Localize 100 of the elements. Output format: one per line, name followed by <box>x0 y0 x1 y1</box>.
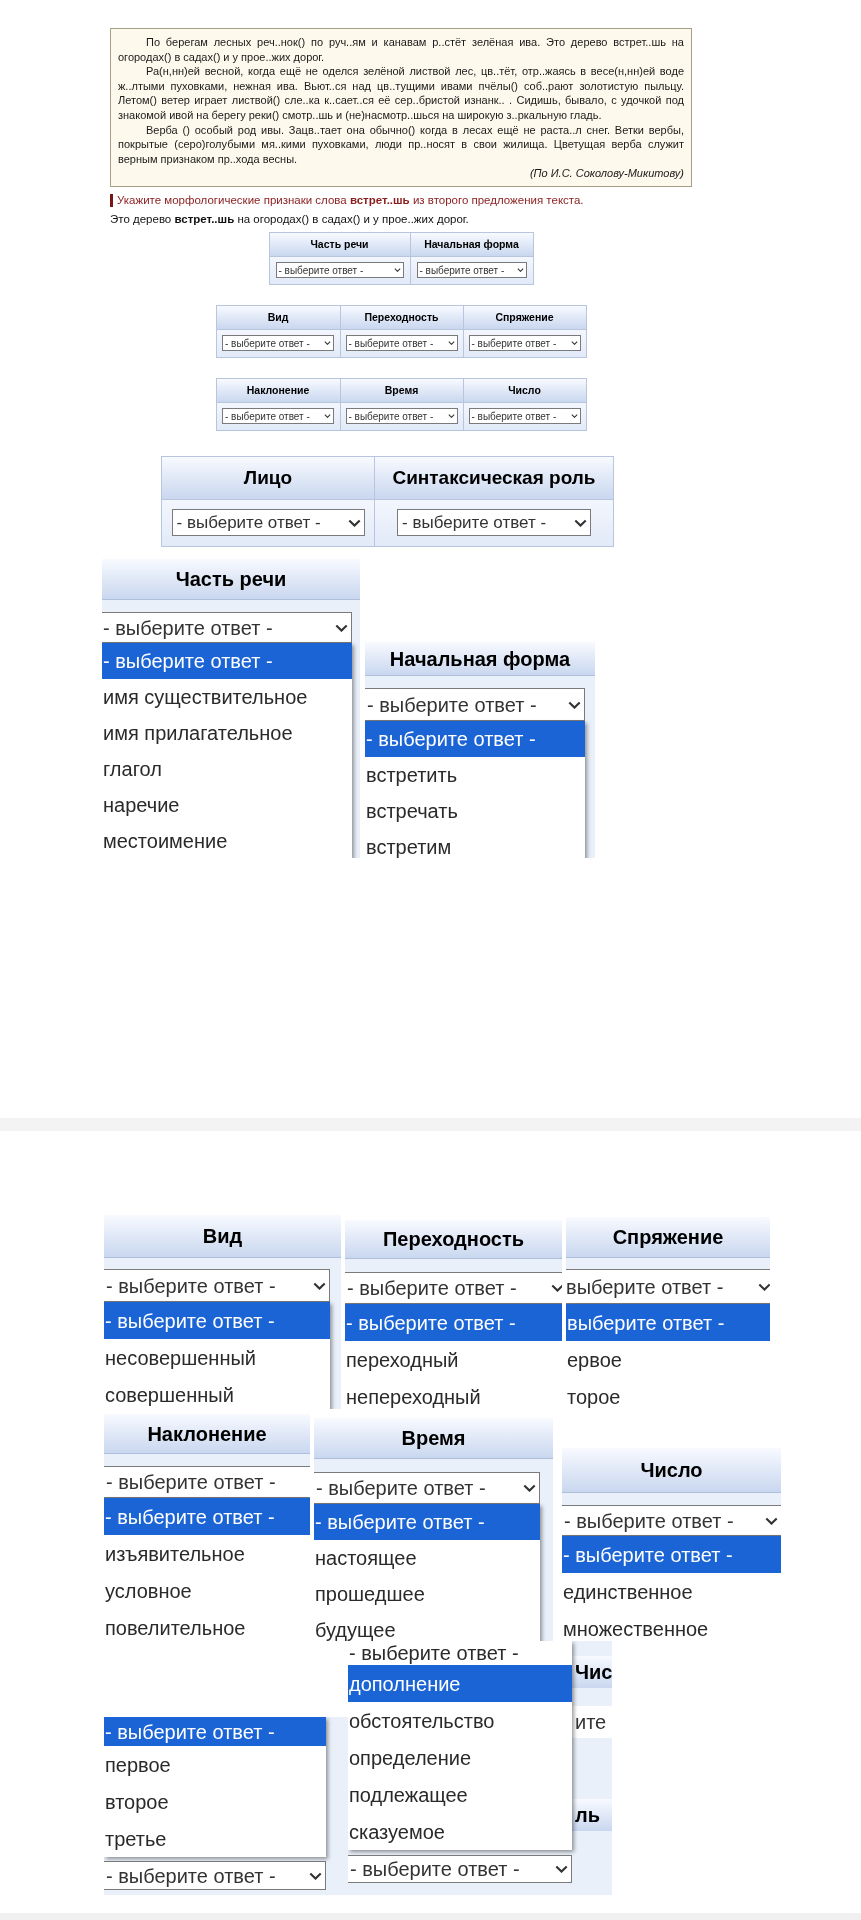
chevron-down-icon <box>523 1484 536 1492</box>
dropdown-option[interactable]: повелительное <box>104 1609 310 1640</box>
dropdown-option[interactable]: наречие <box>102 787 352 823</box>
dropdown-option[interactable]: сказуемое <box>348 1813 572 1850</box>
passage-paragraph: Верба () особый род ивы. Зацв..тает она обычно() когда в лесах ещё не раста..л снег. Ветки вербы, покрытые (серо)голубыми мя..кими пуховками, люди пр..носят в свои жилища. Цветущая верба служит верным признаком пр..хода весны. <box>118 122 684 167</box>
chevron-down-icon <box>758 1282 770 1291</box>
chevron-down-icon <box>447 341 455 346</box>
passage-paragraph: По берегам лесных реч..нок() по руч..ям и канавам р..стёт зелёная ива. Это дерево встрет..шь на огородах() в садах() и у прое..жих дорог. <box>118 35 684 65</box>
dropdown-option[interactable]: прошедшее <box>314 1576 540 1612</box>
dropdown-option[interactable]: имя существительное <box>102 679 352 715</box>
column-header: Начальная форма <box>410 232 533 257</box>
answer-select[interactable]: - выберите ответ - <box>222 335 334 352</box>
chevron-down-icon <box>568 700 581 709</box>
column-header: Часть речи <box>102 559 360 600</box>
dropdown-option[interactable]: настоящее <box>314 1540 540 1576</box>
passage-paragraph: Ра(н,нн)ей весной, когда ещё не оделся зелёной листвой лес, цв..тёт, отр..жаясь в весе(н,нн)ей воде ж..лтыми пуховками, нежная ива. Вьют..ся над цв..тущими ивами пчёлы() соб..рают золотистую пыльцу. Летом() ветер играет листвой() сле..ка к..сает..ся её сер..бристой изнанк.. . Сидишь, бывало, с удочкой под знакомой ивой на берегу реки() смотр..шь и (не)насмотр..шься на широкую з..ркальную гладь. <box>118 64 684 123</box>
chevron-down-icon <box>447 414 455 419</box>
dropdown-option[interactable]: второе <box>104 1783 326 1820</box>
dropdown-option[interactable]: - выберите ответ - <box>102 643 352 679</box>
dropdown-option[interactable]: - выберите ответ - <box>104 1717 326 1746</box>
dropdown-option[interactable]: первое <box>104 1746 326 1783</box>
column-header: Число <box>562 1448 781 1493</box>
dropdown-option[interactable]: имя прилагательное <box>102 715 352 751</box>
answer-select[interactable]: - выберите ответ - <box>104 1466 310 1498</box>
dropdown-option[interactable]: - выберите ответ - <box>345 1304 562 1341</box>
dropdown-option[interactable]: глагол <box>102 751 352 787</box>
column-header: Переходность <box>345 1220 562 1259</box>
chevron-down-icon <box>309 1871 322 1880</box>
dropdown-option[interactable]: - выберите ответ - <box>104 1302 330 1339</box>
dropdown-option[interactable]: непереходный <box>345 1378 562 1410</box>
dropdown-option[interactable]: единственное <box>562 1573 781 1610</box>
answer-select[interactable]: - выберите ответ - <box>348 1855 572 1883</box>
chevron-down-icon <box>393 268 401 273</box>
chevron-down-icon <box>347 518 361 527</box>
dropdown-option[interactable]: - выберите ответ - <box>348 1641 572 1665</box>
chevron-down-icon <box>570 341 578 346</box>
column-header: Вид <box>216 305 340 330</box>
answer-select[interactable]: - выберите ответ - <box>222 408 334 425</box>
answer-select[interactable]: - выберите ответ - <box>345 335 458 352</box>
column-header: Вид <box>104 1215 341 1258</box>
chevron-down-icon <box>765 1516 778 1525</box>
dropdown-option[interactable]: дополнение <box>348 1665 572 1702</box>
dropdown-option[interactable]: - выберите ответ - <box>314 1504 540 1540</box>
answer-select[interactable]: - выберите ответ - <box>104 1861 326 1890</box>
chevron-down-icon <box>324 414 331 419</box>
answer-select[interactable]: - выберите ответ - <box>314 1472 540 1504</box>
answer-select[interactable]: - выберите ответ - <box>562 1505 781 1536</box>
dropdown-option[interactable]: совершенный <box>104 1376 330 1409</box>
dropdown-option[interactable]: множественное <box>562 1610 781 1641</box>
answer-select[interactable]: - выберите ответ - <box>171 509 365 537</box>
chevron-down-icon <box>313 1281 326 1290</box>
chevron-down-icon <box>555 1865 568 1873</box>
answer-select[interactable]: выберите ответ - <box>566 1269 770 1304</box>
column-header: Синтаксическая роль <box>375 456 613 500</box>
dropdown-option[interactable]: условное <box>104 1572 310 1609</box>
table-cell: ите <box>572 1706 612 1738</box>
answer-select[interactable]: - выберите ответ - <box>365 688 585 721</box>
column-header: Переходность <box>340 305 463 330</box>
task-sentence: Это дерево встрет..шь на огородах() в садах() и у прое..жих дорог. <box>110 212 470 226</box>
chevron-down-icon <box>516 268 524 273</box>
chevron-down-icon <box>551 1284 562 1292</box>
answer-select[interactable]: - выберите ответ - <box>275 262 404 279</box>
chevron-down-icon <box>570 414 578 419</box>
dropdown-option[interactable]: обстоятельство <box>348 1702 572 1739</box>
dropdown-option[interactable]: встретить <box>365 757 585 793</box>
dropdown-option[interactable]: подлежащее <box>348 1776 572 1813</box>
column-header: Время <box>314 1418 553 1459</box>
answer-select[interactable]: - выберите ответ - <box>397 509 591 537</box>
dropdown-option[interactable]: - выберите ответ - <box>562 1536 781 1573</box>
dropdown-option[interactable]: - выберите ответ - <box>365 721 585 757</box>
column-header: Спряжение <box>463 305 586 330</box>
answer-select[interactable]: - выберите ответ - <box>345 1272 562 1304</box>
column-header: Часть речи <box>269 232 410 257</box>
column-header: Наклонение <box>216 378 340 403</box>
dropdown-option[interactable]: выберите ответ - <box>566 1304 770 1341</box>
column-header: Чис <box>572 1656 612 1688</box>
chevron-down-icon <box>574 518 587 527</box>
column-header: Спряжение <box>566 1217 770 1258</box>
dropdown-option[interactable]: ервое <box>566 1341 770 1378</box>
dropdown-option[interactable]: встречать <box>365 793 585 829</box>
dropdown-option[interactable]: торое <box>566 1378 770 1410</box>
answer-select[interactable]: - выберите ответ - <box>468 408 581 425</box>
dropdown-option[interactable]: встретим <box>365 829 585 858</box>
dropdown-option[interactable]: - выберите ответ - <box>104 1498 310 1535</box>
dropdown-option[interactable]: третье <box>104 1820 326 1857</box>
dropdown-option[interactable]: местоимение <box>102 823 352 858</box>
dropdown-option[interactable]: переходный <box>345 1341 562 1378</box>
answer-select[interactable]: - выберите ответ - <box>102 612 352 643</box>
chevron-down-icon <box>324 341 331 346</box>
task-prompt: Укажите морфологические признаки слова встрет..шь из второго предложения текста. <box>110 193 692 207</box>
answer-select[interactable]: - выберите ответ - <box>104 1269 330 1302</box>
chevron-down-icon <box>335 623 348 632</box>
dropdown-option[interactable]: определение <box>348 1739 572 1776</box>
column-header: Наклонение <box>104 1414 310 1454</box>
dropdown-option[interactable]: несовершенный <box>104 1339 330 1376</box>
answer-select[interactable]: - выберите ответ - <box>468 335 581 352</box>
answer-select[interactable]: - выберите ответ - <box>345 408 458 425</box>
column-header: Число <box>463 378 586 403</box>
dropdown-option[interactable]: изъявительное <box>104 1535 310 1572</box>
answer-select[interactable]: - выберите ответ - <box>416 262 527 279</box>
